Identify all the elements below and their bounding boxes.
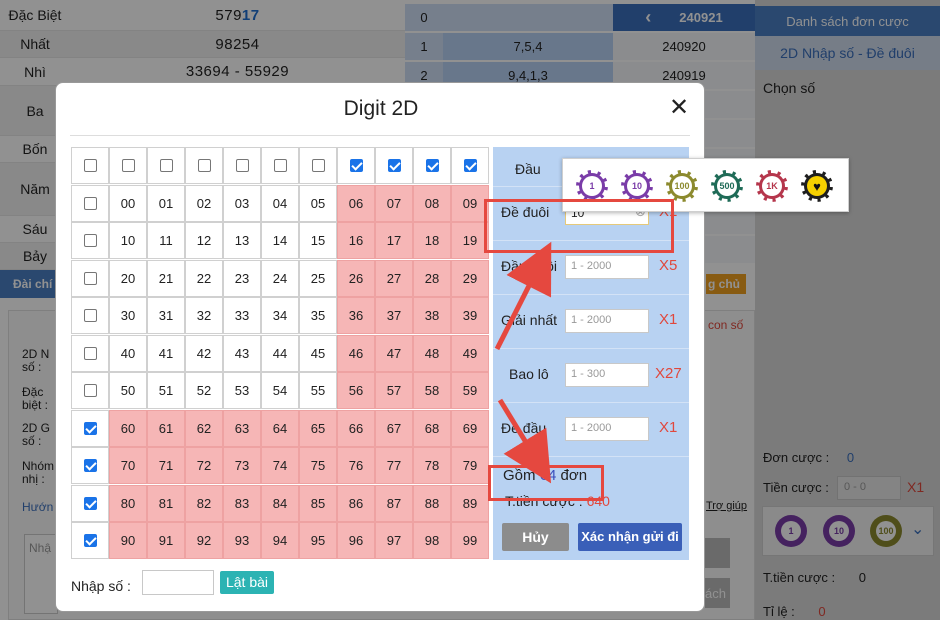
- annotation-arrows: [494, 241, 552, 484]
- highlight-summary: [488, 465, 604, 501]
- annotation-arrow-down: [497, 398, 552, 484]
- annotation-arrow-up: [494, 241, 552, 351]
- highlight-de-duoi: [484, 199, 674, 253]
